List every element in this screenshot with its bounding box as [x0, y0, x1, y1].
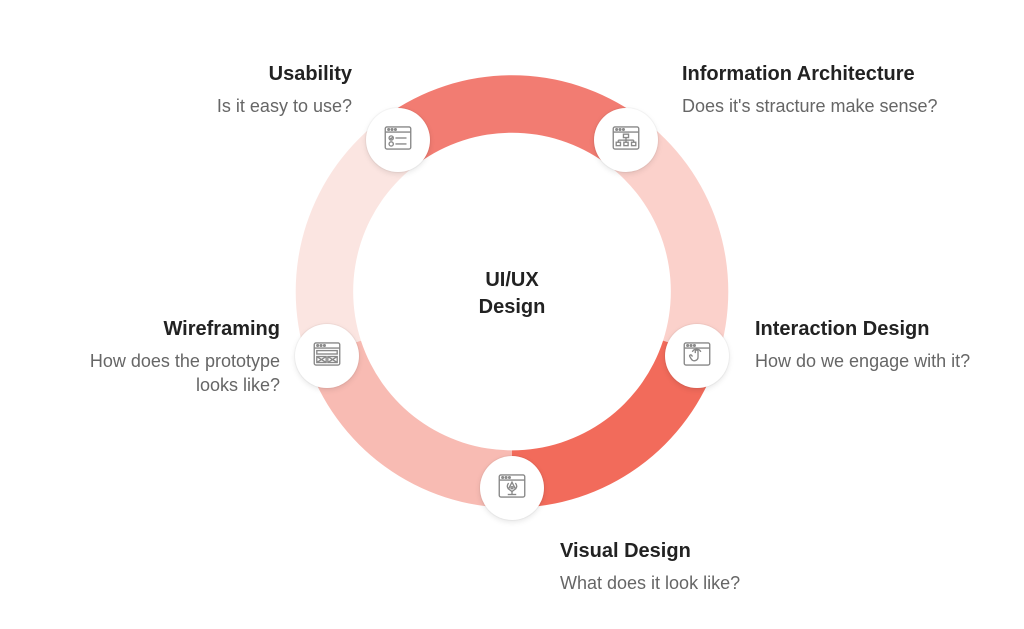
label-wireframing: Wireframing How does the prototype looks… [70, 318, 280, 398]
touch-window-icon [680, 337, 714, 376]
label-info-arch: Information Architecture Does it's strac… [682, 63, 942, 118]
sitemap-window-icon [609, 121, 643, 160]
title-usability: Usability [120, 63, 352, 86]
wireframe-window-icon [310, 337, 344, 376]
node-info-arch [594, 108, 658, 172]
label-usability: Usability Is it easy to use? [120, 63, 352, 118]
desc-wireframing: How does the prototype looks like? [70, 349, 280, 398]
title-interaction: Interaction Design [755, 318, 975, 341]
desc-info-arch: Does it's stracture make sense? [682, 94, 942, 118]
center-line2: Design [479, 294, 546, 321]
desc-usability: Is it easy to use? [120, 94, 352, 118]
center-label: UI/UX Design [479, 267, 546, 321]
label-interaction: Interaction Design How do we engage with… [755, 318, 975, 373]
node-visual [480, 456, 544, 520]
title-visual: Visual Design [560, 540, 820, 563]
title-info-arch: Information Architecture [682, 63, 942, 86]
node-interaction [665, 324, 729, 388]
desc-visual: What does it look like? [560, 571, 820, 595]
center-line1: UI/UX [479, 267, 546, 294]
checklist-window-icon [381, 121, 415, 160]
title-wireframing: Wireframing [70, 318, 280, 341]
pen-window-icon [495, 469, 529, 508]
node-wireframing [295, 324, 359, 388]
desc-interaction: How do we engage with it? [755, 349, 975, 373]
label-visual: Visual Design What does it look like? [560, 540, 820, 595]
node-usability [366, 108, 430, 172]
